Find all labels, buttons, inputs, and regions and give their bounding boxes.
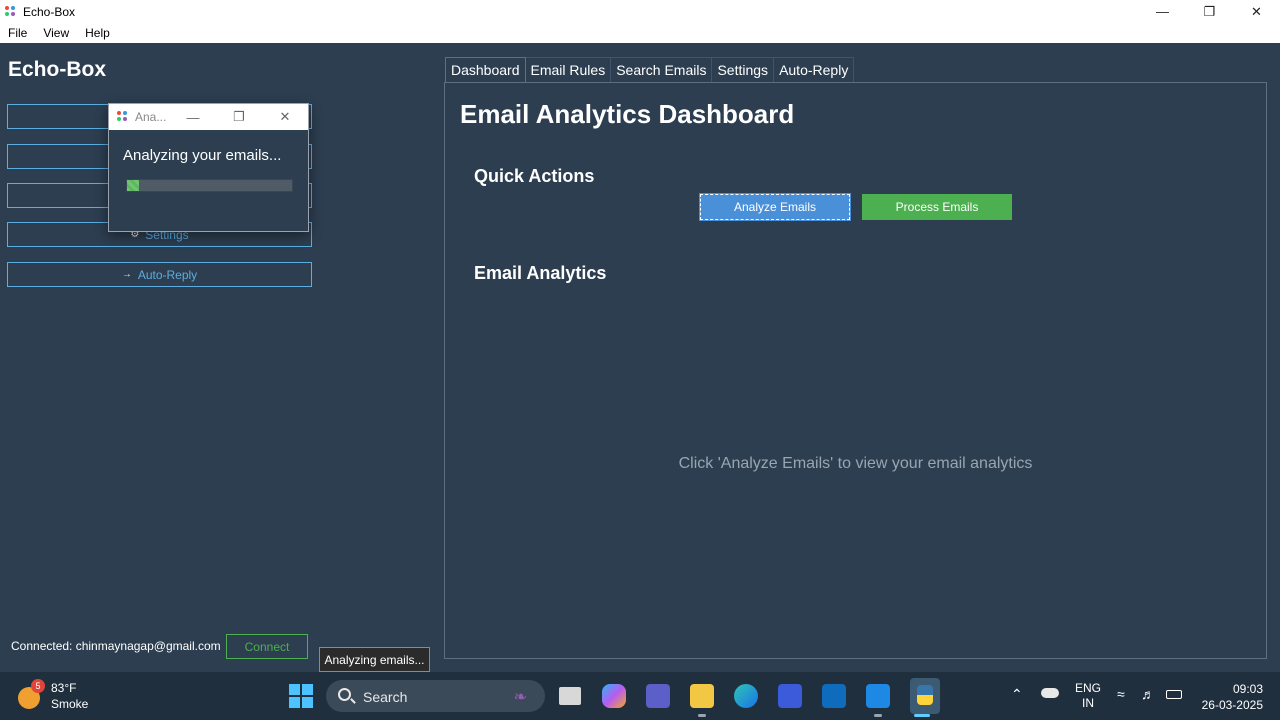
copilot-icon[interactable]: [602, 684, 626, 708]
dialog-message: Analyzing your emails...: [123, 147, 282, 164]
teams-icon[interactable]: [646, 684, 670, 708]
window-title: Echo-Box: [23, 4, 76, 19]
edge-browser-icon[interactable]: [734, 684, 758, 708]
tab-auto-reply[interactable]: Auto-Reply: [774, 57, 855, 82]
weather-condition: Smoke: [51, 697, 89, 711]
minimize-icon[interactable]: —: [170, 104, 216, 130]
tab-search-emails[interactable]: Search Emails: [611, 57, 713, 82]
sidebar-brand: Echo-Box: [8, 58, 107, 81]
taskbar-search[interactable]: Search ❧: [326, 680, 545, 712]
analytics-placeholder-text: Click 'Analyze Emails' to view your emai…: [678, 455, 1033, 472]
process-emails-button[interactable]: Process Emails: [862, 194, 1012, 220]
notification-badge: 5: [31, 679, 45, 693]
progress-bar-fill: [127, 180, 139, 191]
menu-bar: File View Help: [0, 23, 1280, 43]
sidebar-item-auto-reply[interactable]: → Auto-Reply: [7, 262, 312, 287]
dialog-title: Ana...: [135, 110, 167, 124]
system-clock[interactable]: 09:03 26-03-2025: [1195, 681, 1263, 713]
wifi-icon[interactable]: ≈: [1117, 686, 1125, 702]
close-icon[interactable]: ✕: [1233, 0, 1280, 23]
arrow-icon: →: [121, 269, 132, 280]
python-app-icon[interactable]: [910, 678, 940, 714]
outlook-icon[interactable]: [822, 684, 846, 708]
menu-file[interactable]: File: [0, 26, 35, 40]
analyzing-dialog: Ana... — ❐ ✕ Analyzing your emails...: [108, 103, 309, 232]
clock-date: 26-03-2025: [1201, 698, 1263, 712]
tab-email-rules[interactable]: Email Rules: [525, 57, 612, 82]
chevron-up-icon[interactable]: ⌃: [1011, 686, 1023, 703]
page-title: Email Analytics Dashboard: [460, 99, 795, 129]
running-indicator: [874, 714, 882, 717]
task-view-icon[interactable]: [559, 687, 581, 705]
awareness-ribbon-icon: ❧: [513, 689, 527, 706]
minimize-icon[interactable]: —: [1139, 0, 1186, 23]
menu-view[interactable]: View: [35, 26, 77, 40]
language-code: ENG: [1074, 681, 1101, 695]
vscode-icon[interactable]: [866, 684, 890, 708]
maximize-icon[interactable]: ❐: [216, 104, 262, 130]
maximize-icon[interactable]: ❐: [1186, 0, 1233, 23]
connection-status: Connected: chinmaynagap@gmail.com: [11, 639, 221, 653]
weather-widget[interactable]: 5 83°F Smoke: [18, 679, 128, 713]
analyze-emails-button[interactable]: Analyze Emails: [699, 193, 851, 221]
menu-help[interactable]: Help: [77, 26, 118, 40]
search-label: Search: [363, 689, 408, 705]
app-logo-icon: [117, 111, 129, 123]
file-explorer-icon[interactable]: [690, 684, 714, 708]
volume-icon[interactable]: ♬: [1141, 686, 1155, 702]
sidebar-item-label: Auto-Reply: [137, 267, 198, 282]
search-icon: [338, 688, 351, 701]
language-indicator[interactable]: ENG IN: [1073, 681, 1103, 711]
temperature: 83°F: [51, 681, 77, 695]
progress-bar: [126, 179, 293, 192]
email-analytics-heading: Email Analytics: [474, 263, 607, 283]
app-launcher-icon[interactable]: [778, 684, 802, 708]
tab-settings[interactable]: Settings: [712, 57, 775, 82]
status-tooltip: Analyzing emails...: [319, 647, 430, 672]
taskbar: 5 83°F Smoke Search ❧ ⌃ ENG IN ≈ ♬ 09:03…: [0, 672, 1280, 720]
dashboard-panel: Email Analytics Dashboard Quick Actions …: [444, 82, 1267, 659]
app-logo-icon: [5, 5, 17, 18]
active-indicator: [914, 714, 930, 717]
windows-start-icon[interactable]: [289, 684, 313, 708]
tab-bar: Dashboard Email Rules Search Emails Sett…: [445, 57, 855, 82]
tab-dashboard[interactable]: Dashboard: [445, 57, 526, 82]
dialog-title-bar[interactable]: Ana... — ❐ ✕: [109, 104, 308, 130]
battery-icon[interactable]: [1166, 690, 1182, 699]
window-title-bar: Echo-Box — ❐ ✕: [0, 0, 1280, 23]
region-code: IN: [1082, 696, 1094, 710]
close-icon[interactable]: ✕: [262, 104, 308, 130]
running-indicator: [698, 714, 706, 717]
connect-button[interactable]: Connect: [226, 634, 308, 659]
quick-actions-heading: Quick Actions: [474, 166, 595, 186]
clock-time: 09:03: [1232, 682, 1263, 696]
cloud-icon[interactable]: [1041, 688, 1059, 698]
